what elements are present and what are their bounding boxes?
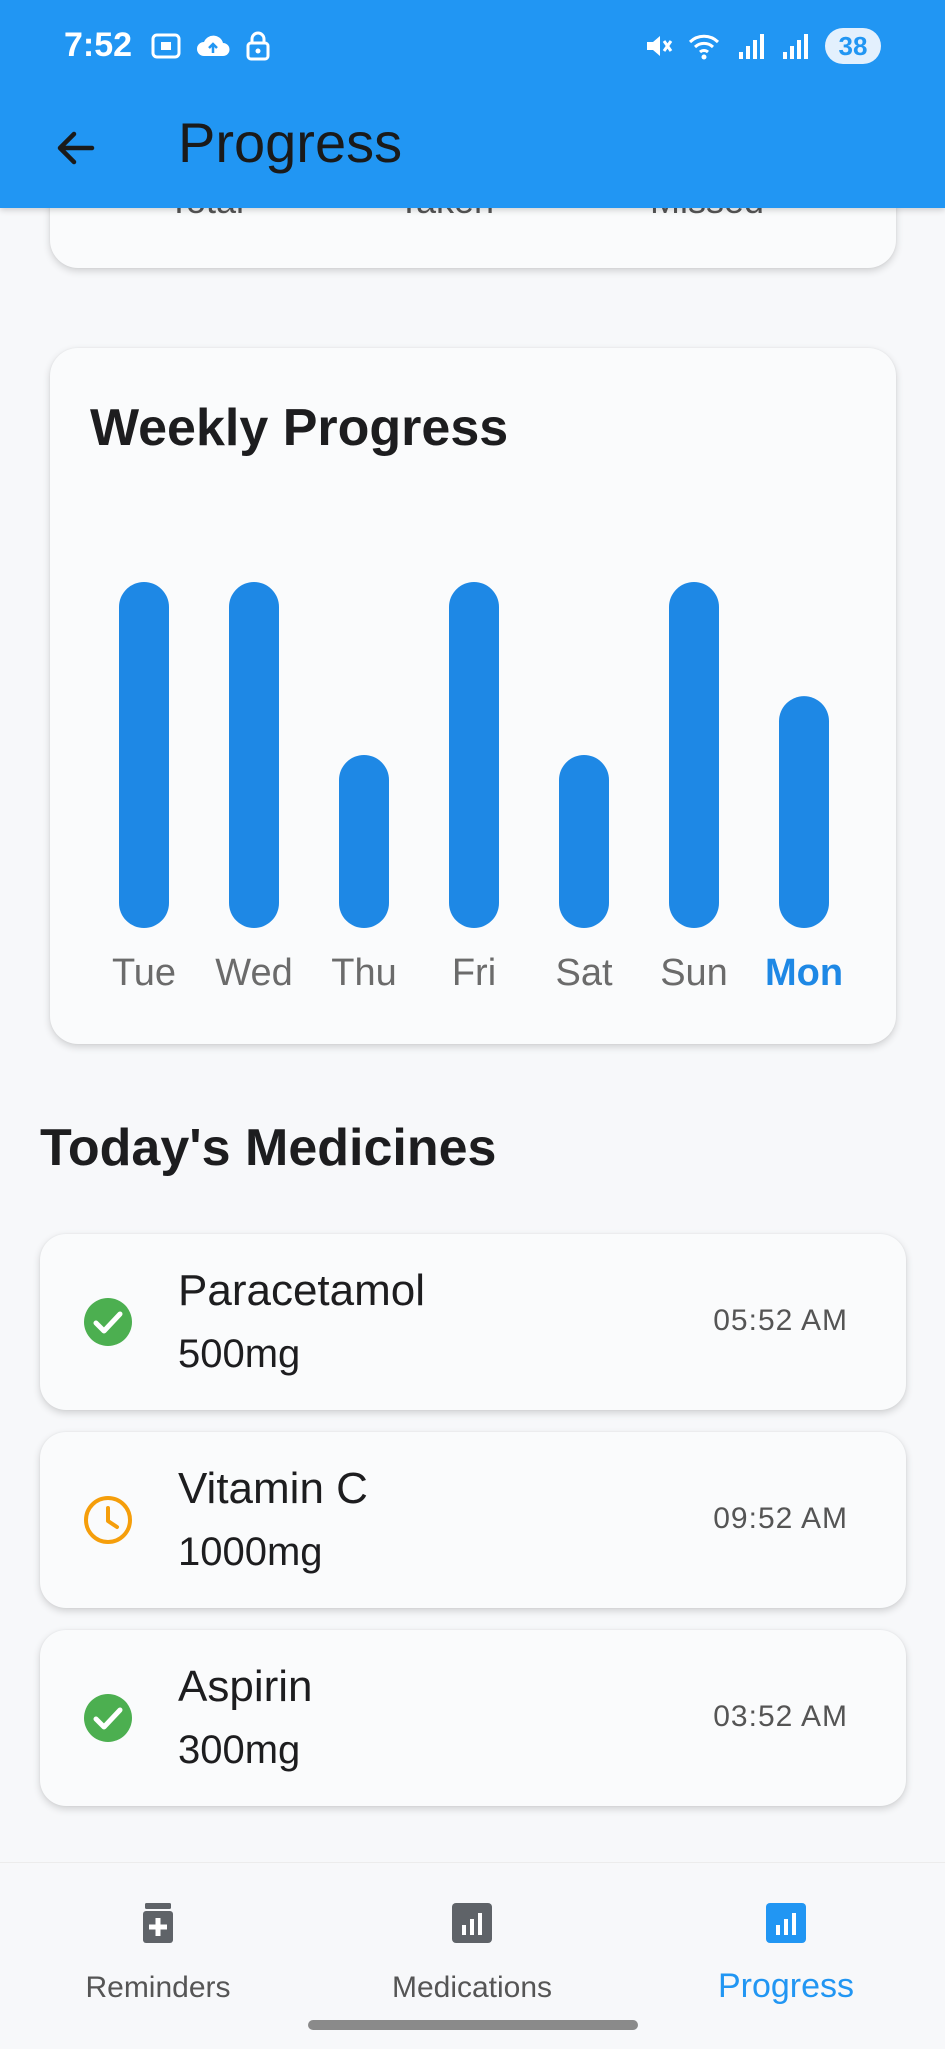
bar-chart-icon: [452, 1903, 492, 1943]
bar-tue: [119, 582, 169, 928]
battery-indicator: 38: [825, 28, 881, 64]
bar-thu: [339, 755, 389, 928]
mute-icon: [647, 36, 673, 56]
wifi-icon: [688, 34, 720, 60]
medicine-name: Paracetamol: [178, 1266, 426, 1315]
top-bar: 7:52 38 Progress: [0, 0, 945, 208]
nav-item-reminders[interactable]: Reminders: [8, 1893, 308, 2023]
nav-label: Medications: [391, 1971, 553, 2004]
check-circle-icon: [84, 1298, 132, 1346]
medicine-name: Aspirin: [178, 1662, 313, 1711]
clock-icon: [84, 1496, 132, 1544]
medicine-item-aspirin[interactable]: Aspirin 300mg 03:52 AM: [40, 1630, 906, 1806]
medicine-dose: 1000mg: [178, 1530, 323, 1574]
medicine-name: Vitamin C: [178, 1464, 368, 1513]
bar-wed: [229, 582, 279, 928]
medicine-time: 03:52 AM: [713, 1700, 848, 1733]
bar-chart-icon: [766, 1903, 806, 1943]
weekly-progress-chart: [119, 582, 829, 928]
app-bar: Progress: [0, 96, 945, 208]
page-title: Progress: [178, 111, 403, 174]
x-label-sat: Sat: [555, 952, 613, 994]
signal-icon: [739, 34, 764, 59]
cloud-upload-icon: [197, 35, 230, 56]
medicine-time: 05:52 AM: [713, 1304, 848, 1337]
bar-fri: [449, 582, 499, 928]
medicine-dose: 500mg: [178, 1332, 301, 1376]
status-left-icons: [150, 30, 272, 62]
medicine-time: 09:52 AM: [713, 1502, 848, 1535]
gesture-handle: [308, 2020, 638, 2030]
weekly-progress-card: Weekly Progress Tue Wed Thu Fri Sat Sun Mon: [50, 348, 896, 1044]
status-right-icons: 38: [643, 28, 881, 64]
x-label-wed: Wed: [215, 952, 293, 994]
bar-mon: [779, 696, 829, 928]
x-label-sun: Sun: [660, 952, 728, 994]
x-label-tue: Tue: [111, 952, 177, 994]
screenshot-icon: [151, 33, 181, 59]
check-circle-icon: [84, 1694, 132, 1742]
arrow-back-icon: [57, 131, 95, 165]
x-label-fri: Fri: [451, 952, 497, 994]
bar-sun: [669, 582, 719, 928]
signal-icon: [783, 34, 808, 59]
status-time: 7:52: [64, 26, 133, 64]
todays-medicines-title: Today's Medicines: [40, 1119, 497, 1177]
bar-sat: [559, 755, 609, 928]
medicine-item-vitamin-c[interactable]: Vitamin C 1000mg 09:52 AM: [40, 1432, 906, 1608]
nav-item-progress[interactable]: Progress: [636, 1893, 936, 2023]
nav-item-medications[interactable]: Medications: [322, 1893, 622, 2023]
lock-icon: [246, 31, 270, 61]
x-label-thu: Thu: [331, 952, 397, 994]
x-label-mon: Mon: [764, 952, 844, 994]
status-bar: 7:52 38: [0, 0, 945, 96]
medicine-dose: 300mg: [178, 1728, 301, 1772]
back-button[interactable]: [44, 116, 108, 180]
medicine-bottle-icon: [143, 1903, 173, 1943]
nav-label: Progress: [717, 1967, 855, 2005]
medicine-item-paracetamol[interactable]: Paracetamol 500mg 05:52 AM: [40, 1234, 906, 1410]
nav-label: Reminders: [85, 1971, 231, 2004]
